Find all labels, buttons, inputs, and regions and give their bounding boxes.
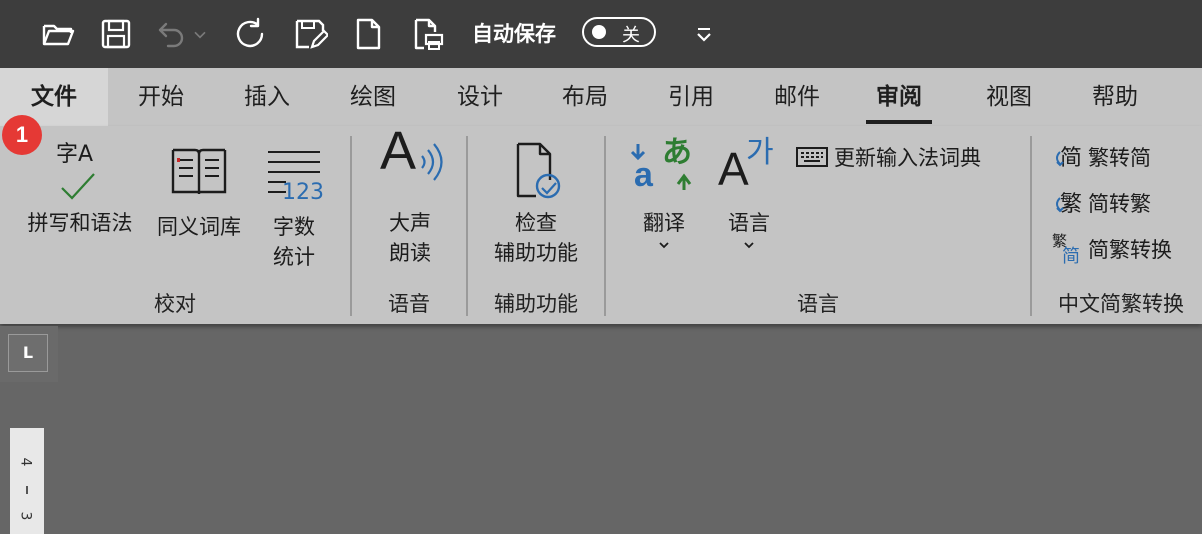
autosave-toggle[interactable]: 关	[582, 17, 656, 47]
ruler-mark: 3	[17, 511, 34, 521]
book-icon	[150, 144, 248, 212]
simplified-to-traditional-button[interactable]: 繁 简转繁	[1052, 188, 1151, 218]
traditional-to-simplified-label: 繁转简	[1088, 146, 1151, 170]
spelling-grammar-button[interactable]: 字A 拼写和语法	[18, 140, 142, 238]
read-aloud-icon: A	[368, 124, 452, 208]
language-button[interactable]: A 가 语言	[714, 135, 784, 258]
translate-button[interactable]: a あ 翻译	[626, 135, 702, 258]
ruler-tick	[26, 486, 28, 494]
autosave-label: 自动保存	[472, 22, 556, 46]
traditional-to-simplified-button[interactable]: 简 繁转简	[1052, 142, 1151, 172]
tab-mailings[interactable]: 邮件	[758, 68, 836, 126]
spelling-check-icon: 字A	[18, 140, 142, 206]
group-label-proofing: 校对	[154, 292, 196, 316]
tab-draw[interactable]: 绘图	[334, 68, 412, 126]
group-separator	[466, 136, 468, 316]
undo-icon	[152, 14, 192, 54]
new-document-icon[interactable]	[348, 14, 388, 54]
group-label-chinese-conversion: 中文简繁转换	[1058, 292, 1184, 316]
word-count-label-1: 字数	[273, 215, 315, 239]
read-aloud-label-2: 朗读	[389, 241, 431, 265]
update-ime-label: 更新输入法词典	[834, 146, 981, 170]
read-aloud-button[interactable]: A 大声 朗读	[368, 124, 452, 268]
save-icon[interactable]	[96, 14, 136, 54]
quick-access-toolbar: 自动保存 关	[0, 0, 1202, 68]
customize-toolbar-icon[interactable]	[684, 14, 724, 54]
group-label-language: 语言	[797, 292, 839, 316]
group-separator	[350, 136, 352, 316]
chinese-conversion-label: 简繁转换	[1088, 238, 1172, 262]
read-aloud-label-1: 大声	[389, 211, 431, 235]
autosave-state: 关	[622, 25, 640, 46]
group-separator	[1030, 136, 1032, 316]
group-label-speech: 语音	[388, 292, 430, 316]
keyboard-icon	[796, 147, 828, 167]
step-badge: 1	[2, 115, 42, 155]
check-accessibility-label-1: 检查	[515, 211, 557, 235]
word-count-button[interactable]: 123 字数 统计	[258, 140, 330, 272]
toggle-knob	[592, 25, 606, 39]
thesaurus-label: 同义词库	[157, 215, 241, 239]
language-icon: A 가	[718, 135, 774, 195]
undo-dropdown-icon	[188, 14, 212, 54]
redo-icon[interactable]	[230, 14, 270, 54]
word-count-icon: 123	[258, 144, 330, 212]
simplified-to-traditional-label: 简转繁	[1088, 192, 1151, 216]
check-accessibility-button[interactable]: 检查 辅助功能	[478, 140, 594, 268]
ruler-mark: 4	[17, 457, 34, 467]
tab-home[interactable]: 开始	[122, 68, 200, 126]
check-accessibility-label-2: 辅助功能	[494, 241, 578, 265]
thesaurus-button[interactable]: 同义词库	[150, 140, 248, 242]
ribbon-review: 字A 拼写和语法 同义词库 123 字数 统计 校对 A 大声 朗读 语音 检查…	[0, 124, 1202, 324]
translate-label: 翻译	[643, 211, 685, 235]
word-count-label-2: 统计	[273, 245, 315, 269]
traditional-to-simplified-icon: 简	[1052, 142, 1084, 172]
accessibility-check-icon	[478, 140, 594, 208]
translate-icon: a あ	[630, 135, 692, 194]
print-preview-icon[interactable]	[408, 14, 448, 54]
spelling-grammar-label: 拼写和语法	[27, 211, 133, 235]
ribbon-tab-bar: 文件 开始 插入 绘图 设计 布局 引用 邮件 审阅 视图 帮助	[0, 68, 1202, 126]
tab-selector[interactable]: L	[8, 334, 48, 372]
language-dropdown-icon[interactable]	[714, 238, 784, 258]
tab-insert[interactable]: 插入	[228, 68, 306, 126]
update-ime-dictionary-button[interactable]: 更新输入法词典	[796, 142, 981, 172]
vertical-ruler[interactable]: 4 3	[10, 428, 44, 534]
open-folder-icon[interactable]	[38, 14, 78, 54]
translate-dropdown-icon[interactable]	[626, 238, 702, 258]
tab-help[interactable]: 帮助	[1076, 68, 1154, 126]
tab-review[interactable]: 审阅	[866, 68, 932, 126]
save-edit-icon[interactable]	[290, 14, 330, 54]
chinese-conversion-icon: 繁 简	[1052, 232, 1080, 267]
tab-view[interactable]: 视图	[970, 68, 1048, 126]
simplified-to-traditional-icon: 繁	[1052, 188, 1084, 218]
tab-layout[interactable]: 布局	[546, 68, 624, 126]
tab-references[interactable]: 引用	[652, 68, 730, 126]
language-label: 语言	[728, 211, 770, 235]
tab-design[interactable]: 设计	[441, 68, 519, 126]
group-label-accessibility: 辅助功能	[494, 292, 578, 316]
chinese-conversion-button[interactable]: 繁 简 简繁转换	[1052, 232, 1172, 267]
